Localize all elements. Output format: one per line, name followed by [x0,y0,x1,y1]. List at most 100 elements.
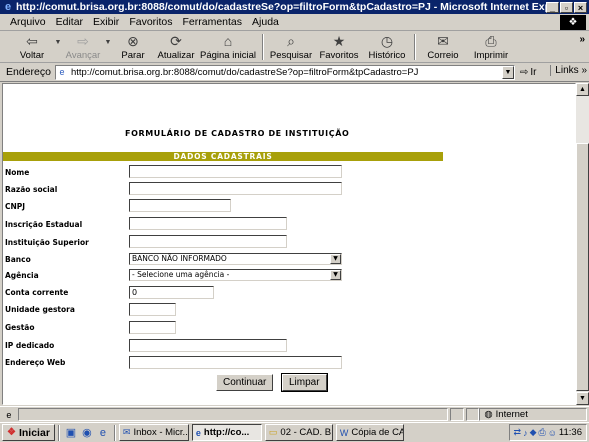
task-folder[interactable]: ▭ 02 - CAD. BI... [264,424,333,441]
home-label: Página inicial [200,50,256,61]
search-icon: ⌕ [287,33,295,49]
label-cnpj: CNPJ [5,202,26,211]
print-icon: ⎙ [485,33,497,49]
forward-button[interactable]: ⇨ Avançar [62,31,104,63]
status-text-cell [17,408,448,421]
history-label: Histórico [368,50,406,61]
unidade-gestora-input[interactable] [129,303,176,316]
ip-dedicado-input[interactable] [129,339,287,352]
go-button[interactable]: ⇨ Ir [520,67,537,78]
stop-icon: ⊗ [127,33,139,49]
toolbar-chevron-icon[interactable]: » [579,34,585,45]
history-button[interactable]: ◷ Histórico [364,31,410,63]
home-button[interactable]: ⌂ Página inicial [198,31,258,63]
label-ip-dedicado: IP dedicado [5,341,55,350]
task-inbox[interactable]: ✉ Inbox - Micr... [118,424,189,441]
quicklaunch-separator [57,424,60,441]
scroll-thumb[interactable] [576,143,589,391]
banco-select[interactable]: BANCO NÃO INFORMADO ▼ [129,253,342,265]
links-label: Links [555,65,579,76]
printer-tray-icon[interactable]: ⎙ [539,427,546,438]
label-gestao: Gestão [5,323,35,332]
chevron-down-icon[interactable]: ▼ [330,254,341,264]
document-icon: W [339,427,349,438]
ie-quicklaunch-icon[interactable]: e [95,427,111,439]
task-browser[interactable]: e http://co... [191,424,262,441]
vertical-scrollbar[interactable]: ▲ ▼ [576,83,589,405]
back-dropdown-icon[interactable]: ▼ [54,39,62,46]
label-unidade-gestora: Unidade gestora [5,305,75,314]
task-word-label: Cópia de CA... [351,427,403,438]
print-button[interactable]: ⎙ Imprimir [466,31,516,63]
task-folder-label: 02 - CAD. BI... [280,427,333,438]
mail-button[interactable]: ✉ Correio [420,31,466,63]
window-controls: _ ▫ × [546,1,587,13]
menu-arquivo[interactable]: Arquivo [0,16,51,28]
forward-arrow-icon: ⇨ [77,33,89,49]
back-button[interactable]: ⇦ Voltar [10,31,54,63]
menu-editar[interactable]: Editar [51,16,88,28]
refresh-button[interactable]: ⟳ Atualizar [154,31,198,63]
reset-button[interactable]: Limpar [281,373,328,392]
outlook-icon[interactable]: ◉ [79,426,95,439]
task-word[interactable]: W Cópia de CA... [335,424,404,441]
desktop-icon[interactable]: ▣ [63,426,79,439]
scroll-down-icon[interactable]: ▼ [576,392,589,405]
continue-button[interactable]: Continuar [216,374,274,391]
network-icon[interactable]: ⇄ [514,427,522,438]
maximize-button[interactable]: ▫ [560,1,573,13]
system-tray: ⇄ ♪ ◆ ⎙ ☺ 11:36 [508,424,587,441]
label-nome: Nome [5,168,30,177]
chevron-down-icon[interactable]: ▼ [330,270,341,280]
page-content: FORMULÁRIO DE CADASTRO DE INSTITUIÇÃO DA… [2,83,576,405]
status-progress-cell [449,408,464,421]
start-label: Iniciar [18,426,50,439]
favorites-button[interactable]: ★ Favoritos [314,31,364,63]
go-label: Ir [530,66,537,78]
forward-dropdown-icon[interactable]: ▼ [104,39,112,46]
agencia-select[interactable]: - Selecione uma agência - ▼ [129,269,342,281]
menu-favoritos[interactable]: Favoritos [124,16,177,28]
windows-taskbar: ❖ Iniciar ▣ ◉ e ✉ Inbox - Micr... e http… [0,422,589,442]
nome-input[interactable] [129,165,342,178]
menu-bar: Arquivo Editar Exibir Favoritos Ferramen… [0,14,589,31]
close-button[interactable]: × [574,1,587,13]
mail-icon: ✉ [437,33,449,49]
razao-social-input[interactable] [129,182,342,195]
scroll-up-icon[interactable]: ▲ [576,83,589,96]
gestao-input[interactable] [129,321,176,334]
section-header: DADOS CADASTRAIS [3,152,443,161]
menu-ajuda[interactable]: Ajuda [247,16,284,28]
endereco-web-input[interactable] [129,356,342,369]
inscricao-estadual-input[interactable] [129,217,287,230]
clock: 11:36 [558,427,582,438]
ie-task-icon: e [195,427,201,438]
antivirus-icon[interactable]: ◆ [530,427,537,438]
start-button[interactable]: ❖ Iniciar [2,424,55,441]
menu-ferramentas[interactable]: Ferramentas [178,16,248,28]
address-dropdown-icon[interactable]: ▼ [501,65,514,79]
links-button[interactable]: Links » [550,65,587,76]
cnpj-input[interactable] [129,199,231,212]
instituicao-superior-input[interactable] [129,235,287,248]
label-agencia: Agência [5,271,39,280]
forward-label: Avançar [65,50,101,61]
label-conta-corrente: Conta corrente [5,288,69,297]
messenger-icon[interactable]: ☺ [548,428,557,438]
search-button[interactable]: ⌕ Pesquisar [268,31,314,63]
stop-label: Parar [121,50,145,61]
refresh-icon: ⟳ [170,33,182,49]
security-zone: ◍ Internet [479,408,588,421]
volume-icon[interactable]: ♪ [523,428,528,438]
minimize-button[interactable]: _ [546,1,559,13]
stop-button[interactable]: ⊗ Parar [112,31,154,63]
toolbar-separator [414,34,416,60]
print-label: Imprimir [473,50,509,61]
address-url[interactable]: http://comut.brisa.org.br:8088/comut/do/… [71,67,502,78]
conta-corrente-input[interactable]: 0 [129,286,214,299]
address-bar: Endereço e http://comut.brisa.org.br:808… [0,63,589,82]
menu-exibir[interactable]: Exibir [88,16,124,28]
address-input[interactable]: e http://comut.brisa.org.br:8088/comut/d… [54,64,515,80]
form-title: FORMULÁRIO DE CADASTRO DE INSTITUIÇÃO [125,129,350,138]
windows-logo-icon: ❖ [7,427,16,438]
